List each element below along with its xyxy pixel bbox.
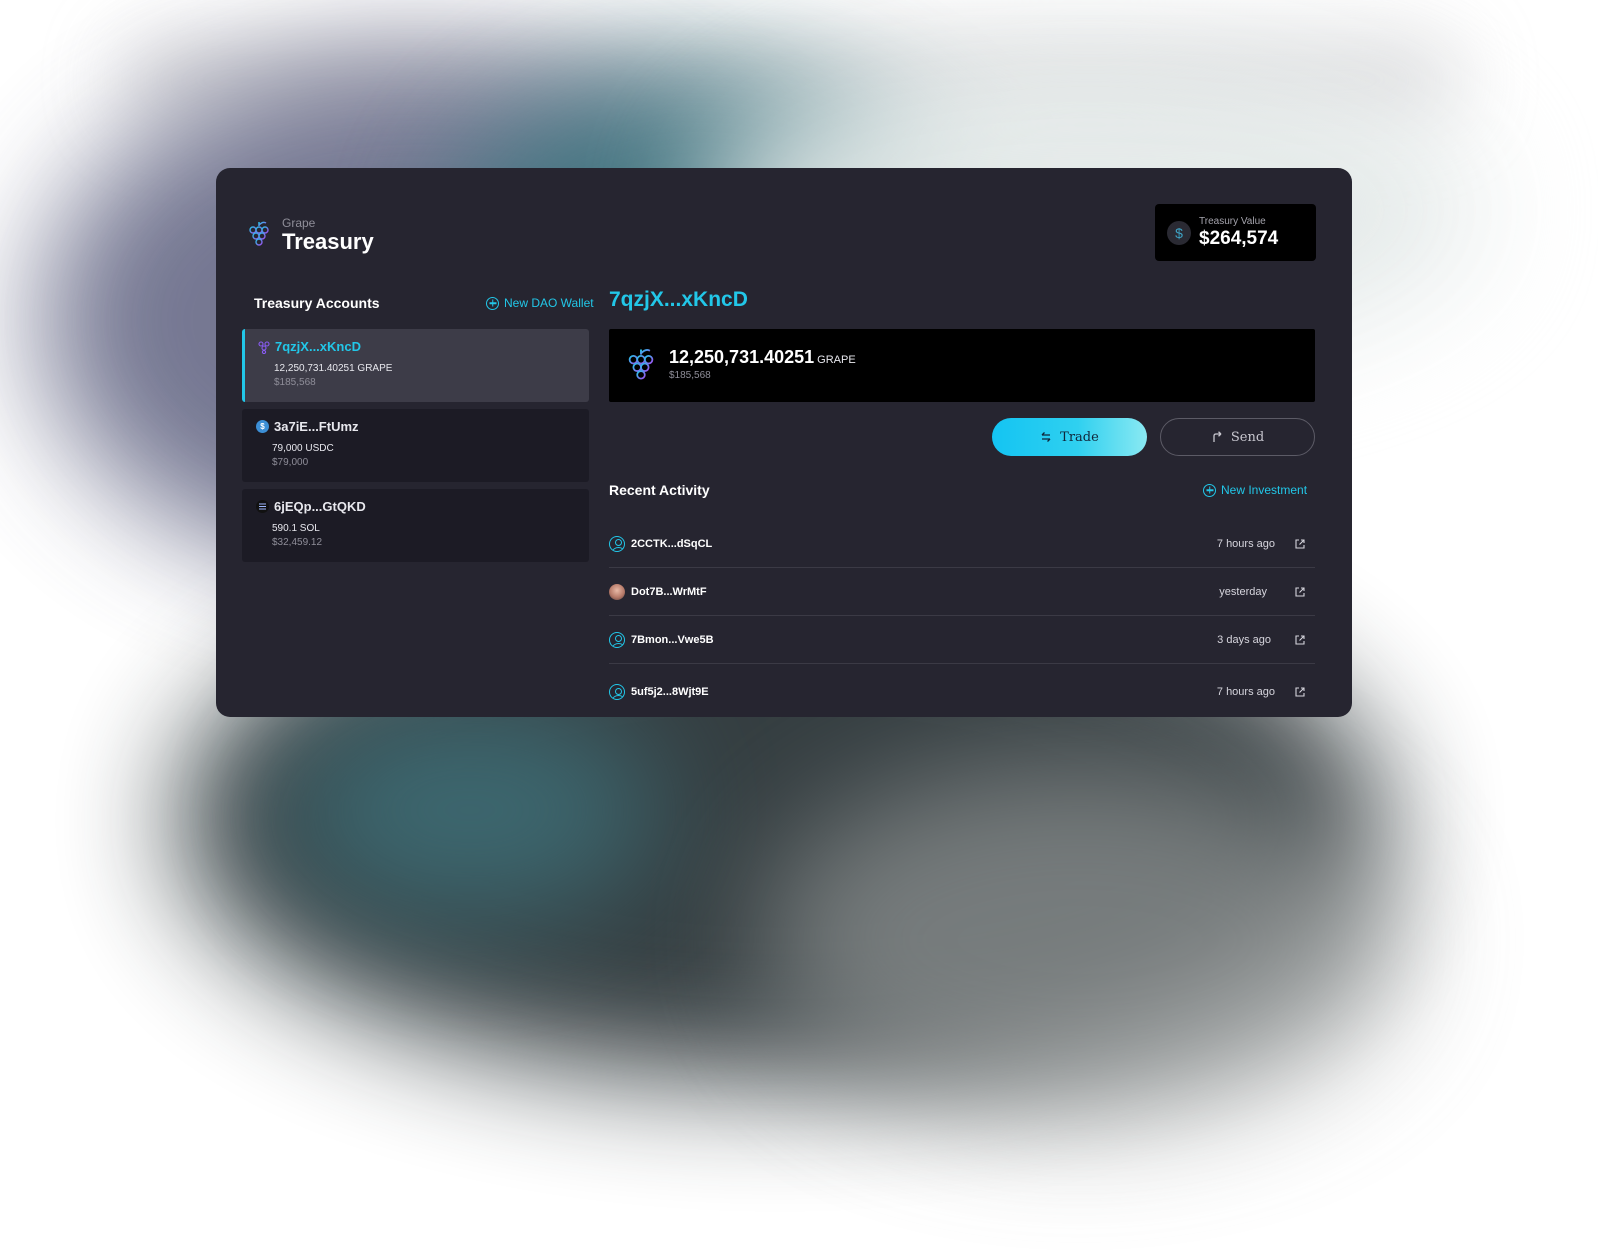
usdc-icon: $ <box>256 420 269 433</box>
account-card-grape[interactable]: 7qzjX...xKncD 12,250,731.40251 GRAPE $18… <box>242 329 589 402</box>
grape-logo-icon <box>249 221 269 246</box>
account-name: 6jEQp...GtQKD <box>274 499 366 514</box>
grape-icon <box>258 340 270 354</box>
activity-row[interactable]: 7Bmon...Vwe5B 3 days ago <box>609 616 1315 664</box>
activity-row[interactable]: 2CCTK...dSqCL 7 hours ago <box>609 520 1315 568</box>
activity-time: 7 hours ago <box>1216 537 1275 550</box>
account-amount: 79,000 USDC <box>272 443 334 454</box>
new-dao-wallet-label: New DAO Wallet <box>504 296 594 310</box>
treasury-value-amount: $264,574 <box>1199 227 1279 249</box>
treasury-value-label: Treasury Value <box>1199 215 1266 227</box>
send-button[interactable]: Send <box>1160 418 1315 456</box>
plus-circle-icon <box>1203 483 1216 497</box>
send-arrow-icon <box>1213 431 1222 442</box>
activity-user: 5uf5j2...8Wjt9E <box>631 686 709 698</box>
new-investment-label: New Investment <box>1221 483 1308 497</box>
activity-user: 7Bmon...Vwe5B <box>631 633 714 646</box>
brand: Grape Treasury <box>248 216 374 254</box>
treasury-value-card: $ Treasury Value $264,574 <box>1155 204 1316 261</box>
send-label: Send <box>1230 429 1265 445</box>
new-dao-wallet-button[interactable]: New DAO Wallet <box>486 296 594 310</box>
account-usd: $185,568 <box>274 377 316 388</box>
account-card-usdc[interactable]: $ 3a7iE...FtUmz 79,000 USDC $79,000 <box>242 409 589 482</box>
activity-row[interactable]: 5uf5j2...8Wjt9E 7 hours ago <box>609 668 1315 716</box>
brand-title: Treasury <box>282 229 374 254</box>
activity-user: 2CCTK...dSqCL <box>631 537 713 550</box>
dollar-icon: $ <box>1167 220 1191 245</box>
balance-value: 12,250,731.40251 <box>669 347 815 367</box>
account-name: 3a7iE...FtUmz <box>274 419 359 434</box>
balance-amount: 12,250,731.40251 GRAPE <box>669 347 856 368</box>
activity-time: 3 days ago <box>1217 633 1271 646</box>
user-icon <box>609 631 625 648</box>
external-link-icon[interactable] <box>1295 687 1305 697</box>
account-card-sol[interactable]: 6jEQp...GtQKD 590.1 SOL $32,459.12 <box>242 489 589 562</box>
new-investment-button[interactable]: New Investment <box>1203 483 1307 497</box>
external-link-icon[interactable] <box>1295 634 1305 645</box>
trade-label: Trade <box>1060 429 1099 445</box>
selected-address-title: 7qzjX...xKncD <box>609 288 748 311</box>
balance-usd: $185,568 <box>669 370 711 381</box>
brand-subtitle: Grape <box>282 216 316 230</box>
recent-activity-heading: Recent Activity <box>609 482 710 498</box>
swap-icon <box>1041 432 1051 442</box>
account-usd: $32,459.12 <box>272 537 323 548</box>
activity-time: yesterday <box>1219 585 1267 598</box>
grape-logo-icon <box>628 349 654 380</box>
photo-avatar <box>609 583 625 600</box>
activity-row[interactable]: Dot7B...WrMtF yesterday <box>609 568 1315 616</box>
activity-user: Dot7B...WrMtF <box>631 585 707 598</box>
account-amount: 12,250,731.40251 GRAPE <box>274 363 393 374</box>
accounts-heading: Treasury Accounts <box>254 295 380 311</box>
balance-card: 12,250,731.40251 GRAPE $185,568 <box>609 329 1315 402</box>
activity-time: 7 hours ago <box>1216 686 1275 698</box>
user-icon <box>609 535 625 552</box>
external-link-icon[interactable] <box>1295 538 1305 549</box>
user-icon <box>609 684 625 700</box>
solana-icon <box>256 500 269 513</box>
treasury-panel: Grape Treasury $ Treasury Value $264,574… <box>216 168 1352 717</box>
trade-button[interactable]: Trade <box>992 418 1147 456</box>
account-name: 7qzjX...xKncD <box>275 339 361 354</box>
balance-token: GRAPE <box>817 354 856 366</box>
plus-circle-icon <box>486 296 499 310</box>
external-link-icon[interactable] <box>1295 586 1305 597</box>
account-usd: $79,000 <box>272 457 309 468</box>
account-amount: 590.1 SOL <box>272 523 320 534</box>
